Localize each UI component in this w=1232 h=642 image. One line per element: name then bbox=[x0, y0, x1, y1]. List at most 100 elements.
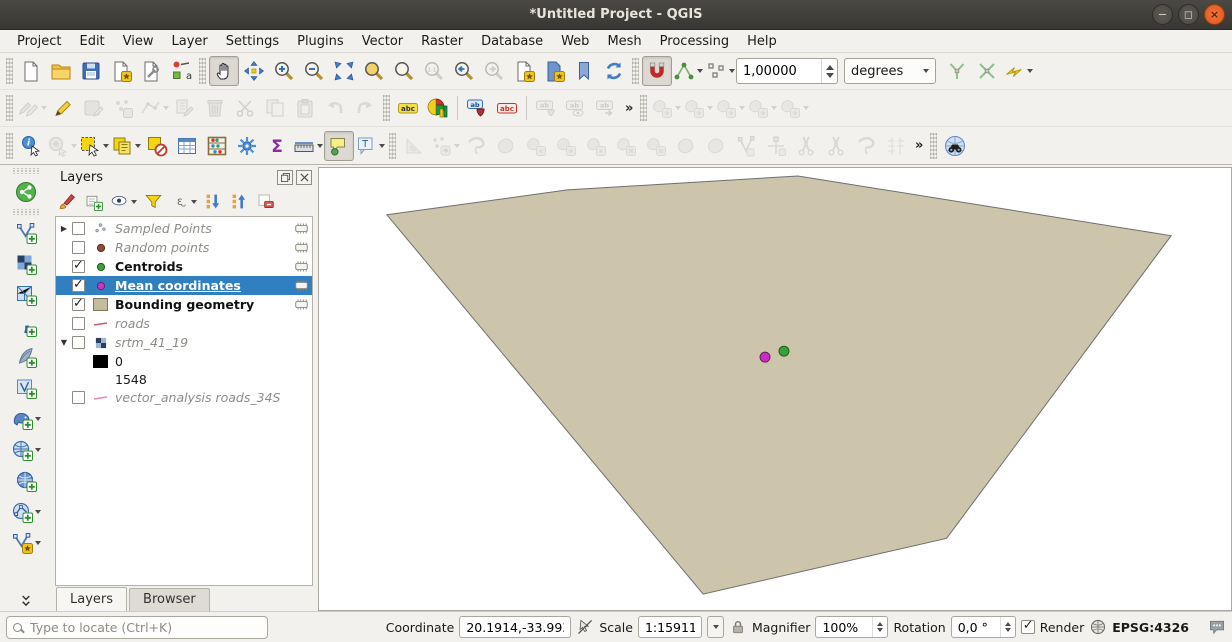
text-annotation-button[interactable] bbox=[354, 131, 386, 161]
osm-place-search-button[interactable] bbox=[940, 131, 970, 161]
tab-layers[interactable]: Layers bbox=[56, 587, 127, 611]
layer-checkbox[interactable] bbox=[72, 279, 85, 292]
new-print-layout-button[interactable] bbox=[106, 56, 136, 86]
open-layer-styling-button[interactable] bbox=[58, 192, 77, 211]
add-spatialite-layer-button[interactable] bbox=[8, 341, 44, 372]
menu-raster[interactable]: Raster bbox=[412, 32, 472, 51]
toggle-editing-button[interactable] bbox=[48, 93, 78, 123]
layer-checkbox[interactable] bbox=[72, 336, 85, 349]
toolbar-handle[interactable] bbox=[13, 209, 39, 215]
select-by-value-button[interactable] bbox=[110, 131, 142, 161]
layer-checkbox[interactable] bbox=[72, 222, 85, 235]
memory-layer-indicator-icon[interactable] bbox=[290, 239, 312, 256]
new-map-view-button[interactable] bbox=[509, 56, 539, 86]
pan-map-button[interactable] bbox=[209, 56, 239, 86]
menu-web[interactable]: Web bbox=[552, 32, 598, 51]
spin-arrows[interactable] bbox=[821, 59, 837, 83]
toolbar-handle[interactable] bbox=[632, 58, 639, 84]
menu-settings[interactable]: Settings bbox=[217, 32, 288, 51]
layer-row-bounding-geometry[interactable]: Bounding geometry bbox=[56, 295, 312, 314]
menu-plugins[interactable]: Plugins bbox=[288, 32, 353, 51]
open-attribute-table-button[interactable] bbox=[172, 131, 202, 161]
locate-input[interactable] bbox=[28, 619, 238, 636]
toolbar-handle[interactable] bbox=[6, 95, 13, 121]
layer-checkbox[interactable] bbox=[72, 298, 85, 311]
map-tips-button[interactable] bbox=[324, 131, 354, 161]
menu-help[interactable]: Help bbox=[738, 32, 786, 51]
memory-layer-indicator-icon[interactable] bbox=[290, 258, 312, 275]
zoom-last-button[interactable] bbox=[449, 56, 479, 86]
snapping-mode-button[interactable] bbox=[672, 56, 704, 86]
pin-labels-button[interactable] bbox=[462, 93, 492, 123]
save-project-button[interactable] bbox=[76, 56, 106, 86]
lock-scale-icon[interactable] bbox=[729, 618, 747, 636]
coordinate-input[interactable] bbox=[460, 620, 570, 635]
filter-legend-button[interactable] bbox=[144, 192, 163, 211]
add-wfs-layer-button[interactable] bbox=[8, 496, 44, 527]
add-vector-layer-button[interactable] bbox=[8, 217, 44, 248]
zoom-in-button[interactable] bbox=[269, 56, 299, 86]
manage-map-themes-button[interactable] bbox=[110, 192, 137, 211]
coordinate-box[interactable] bbox=[459, 616, 571, 638]
layer-row-sampled-points[interactable]: ▶ Sampled Points bbox=[56, 219, 312, 238]
layer-row-roads[interactable]: roads bbox=[56, 314, 312, 333]
toolbar-more-button[interactable] bbox=[8, 591, 44, 611]
show-bookmarks-button[interactable] bbox=[569, 56, 599, 86]
add-virtual-layer-button[interactable] bbox=[8, 372, 44, 403]
refresh-map-button[interactable] bbox=[599, 56, 629, 86]
menu-processing[interactable]: Processing bbox=[651, 32, 738, 51]
menu-project[interactable]: Project bbox=[8, 32, 70, 51]
snapping-units-combo[interactable]: degrees bbox=[844, 58, 936, 84]
toolbar-handle[interactable] bbox=[383, 95, 390, 121]
menu-layer[interactable]: Layer bbox=[163, 32, 217, 51]
maximize-button[interactable]: ◻ bbox=[1178, 4, 1199, 25]
scale-combo[interactable] bbox=[638, 616, 702, 638]
toolbar-handle[interactable] bbox=[640, 95, 647, 121]
menu-vector[interactable]: Vector bbox=[353, 32, 412, 51]
layer-row-vector-analysis-roads[interactable]: vector_analysis roads_34S bbox=[56, 388, 312, 407]
toolbar-handle[interactable] bbox=[199, 58, 206, 84]
layer-row-mean-coordinates[interactable]: Mean coordinates bbox=[56, 276, 312, 295]
map-canvas[interactable] bbox=[318, 167, 1232, 611]
identify-features-button[interactable] bbox=[16, 131, 46, 161]
layer-checkbox[interactable] bbox=[72, 391, 85, 404]
memory-layer-indicator-icon[interactable] bbox=[290, 277, 312, 294]
spin-arrows[interactable] bbox=[1000, 617, 1015, 637]
crs-status[interactable]: EPSG:4326 bbox=[1112, 620, 1189, 635]
processing-toolbox-button[interactable] bbox=[232, 131, 262, 161]
layer-diagram-options-button[interactable] bbox=[423, 93, 453, 123]
enable-tracing-button[interactable] bbox=[1002, 56, 1034, 86]
spin-arrows[interactable] bbox=[872, 617, 887, 637]
add-mesh-layer-button[interactable] bbox=[8, 279, 44, 310]
close-button[interactable]: × bbox=[1204, 4, 1225, 25]
zoom-full-button[interactable] bbox=[329, 56, 359, 86]
locate-search[interactable] bbox=[6, 616, 268, 639]
style-manager-button[interactable] bbox=[166, 56, 196, 86]
collapse-arrow-icon[interactable]: ▼ bbox=[56, 338, 72, 347]
statistical-summary-button[interactable] bbox=[262, 131, 292, 161]
add-raster-layer-button[interactable] bbox=[8, 248, 44, 279]
layer-row-centroids[interactable]: Centroids bbox=[56, 257, 312, 276]
log-messages-icon[interactable] bbox=[1208, 618, 1226, 636]
layer-row-srtm[interactable]: ▼ srtm_41_19 bbox=[56, 333, 312, 352]
add-group-button[interactable] bbox=[84, 192, 103, 211]
add-delimited-text-layer-button[interactable] bbox=[8, 310, 44, 341]
toolbar-handle[interactable] bbox=[6, 58, 13, 84]
new-3d-map-view-button[interactable] bbox=[539, 56, 569, 86]
magnifier-input[interactable] bbox=[816, 620, 872, 635]
snapping-self-button[interactable] bbox=[704, 56, 736, 86]
expand-all-button[interactable] bbox=[204, 192, 223, 211]
minimize-button[interactable]: − bbox=[1152, 4, 1173, 25]
snap-on-intersection-button[interactable] bbox=[972, 56, 1002, 86]
zoom-to-selection-button[interactable] bbox=[359, 56, 389, 86]
remove-layer-button[interactable] bbox=[256, 192, 275, 211]
menu-edit[interactable]: Edit bbox=[70, 32, 113, 51]
basic-statistics-button[interactable] bbox=[202, 131, 232, 161]
select-features-button[interactable] bbox=[78, 131, 110, 161]
rotation-input[interactable] bbox=[952, 620, 1000, 635]
coordinate-extent-toggle-icon[interactable] bbox=[576, 618, 594, 636]
snapping-tolerance-input[interactable] bbox=[737, 60, 821, 82]
zoom-out-button[interactable] bbox=[299, 56, 329, 86]
add-wcs-layer-button[interactable] bbox=[8, 465, 44, 496]
add-postgis-layer-button[interactable] bbox=[8, 403, 44, 434]
